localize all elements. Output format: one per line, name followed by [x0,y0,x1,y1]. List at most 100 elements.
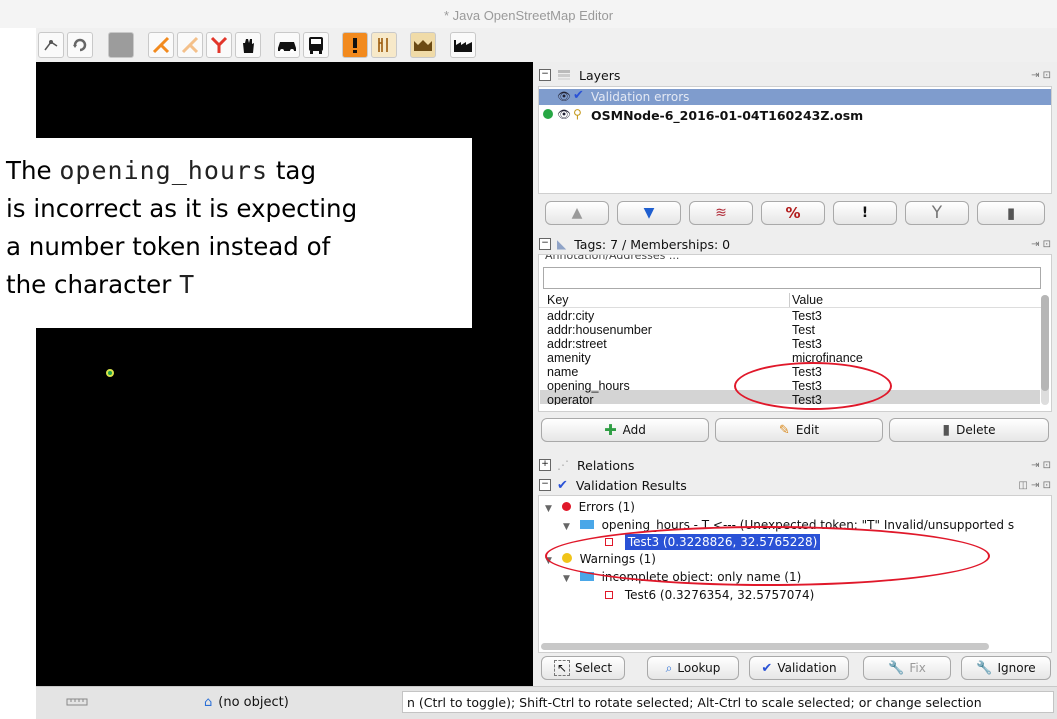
car-icon[interactable] [274,32,300,58]
preset-hint: Annotation/Addresses ... [545,255,679,261]
warning-icon[interactable] [342,32,368,58]
panel-controls-icon[interactable]: ◫ ⇥ ⊡ [1018,480,1051,491]
bus-icon[interactable] [303,32,329,58]
eye-icon[interactable]: 👁 [557,108,571,121]
delete-tag-button[interactable]: ▮ Delete [889,418,1049,442]
arrow-up-icon: ▲ [571,205,583,221]
highlight-ellipse-tag [734,362,892,410]
industrial-icon[interactable] [450,32,476,58]
hand-icon[interactable] [235,32,261,58]
scrollbar-thumb[interactable] [1041,295,1049,391]
collapse-toggle-icon[interactable]: − [539,69,551,81]
errors-node[interactable]: ▼ Errors (1) [545,500,635,514]
grey-square-icon[interactable] [108,32,134,58]
tag-value: Test3 [792,309,822,323]
tag-value: Test [792,323,815,337]
checkmark-icon: ✔ [557,477,568,493]
folder-icon [579,520,594,529]
merge-icon: Y [931,203,943,223]
collapse-toggle-icon[interactable]: − [539,479,551,491]
tag-key: operator [547,393,594,405]
panel-controls-icon[interactable]: ⇥ ⊡ [1031,239,1051,250]
refresh-icon[interactable] [67,32,93,58]
fix-label: Fix [909,661,926,675]
callout-line-1: The opening_hours tag [6,152,472,190]
restaurant-icon[interactable] [371,32,397,58]
panel-controls-icon[interactable]: ⇥ ⊡ [1031,460,1051,471]
activate-layer-button[interactable]: ≋ [689,201,753,225]
expand-toggle-icon[interactable]: + [539,459,551,471]
ignore-label: Ignore [997,661,1036,675]
delete-layer-button[interactable]: ▮ [977,201,1045,225]
merge-button[interactable]: Y [905,201,969,225]
delete-label: Delete [956,423,996,437]
tags-title: Tags: 7 / Memberships: 0 [574,236,731,252]
tags-panel-header[interactable]: − ◣ Tags: 7 / Memberships: 0 ⇥ ⊡ [539,235,1057,253]
horizontal-scrollbar[interactable] [541,643,989,650]
collapse-toggle-icon[interactable]: − [539,238,551,250]
turn-restriction-2-icon[interactable] [177,32,203,58]
checkmark-icon: ✔ [573,88,584,103]
relations-panel-header[interactable]: + ⋰ Relations ⇥ ⊡ [539,456,1057,474]
main-toolbar [36,28,1057,63]
add-tag-button[interactable]: ✚ Add [541,418,709,442]
osm-node-marker[interactable] [106,369,114,377]
panel-controls-icon[interactable]: ⇥ ⊡ [1031,70,1051,81]
tags-table-header: Key Value [539,293,1041,308]
layers-title: Layers [579,67,621,83]
validation-panel-header[interactable]: − ✔ Validation Results ◫ ⇥ ⊡ [539,476,1057,494]
active-layer-icon [543,109,553,119]
callout-text: the character [6,270,180,299]
layer-name: OSMNode-6_2016-01-04T160243Z.osm [591,108,864,123]
expand-arrow-icon[interactable]: ▼ [563,574,570,584]
pencil-icon: ✎ [778,422,790,438]
trash-icon: ▮ [942,422,951,438]
info-button[interactable]: ! [833,201,897,225]
validation-title: Validation Results [575,477,687,493]
turn-restriction-icon[interactable] [148,32,174,58]
tag-filter-input[interactable] [543,267,1041,289]
tag-value: Test3 [792,337,822,351]
tag-key: addr:housenumber [547,323,652,337]
tags-scrollbar[interactable] [1041,295,1049,405]
select-label: Select [575,661,613,675]
expand-arrow-icon[interactable]: ▼ [563,522,570,532]
move-down-button[interactable]: ▼ [617,201,681,225]
opacity-button[interactable]: % [761,201,825,225]
column-value[interactable]: Value [792,293,823,307]
status-hint-text: n (Ctrl to toggle); Shift-Ctrl to rotate… [407,694,982,710]
validation-label: Validation [777,661,837,675]
layer-row-osm[interactable]: 👁 ⚲ OSMNode-6_2016-01-04T160243Z.osm [539,107,1051,123]
edit-tag-button[interactable]: ✎ Edit [715,418,883,442]
fix-button[interactable]: 🔧 Fix [863,656,951,680]
layers-stack-icon: ≋ [715,205,727,221]
column-key[interactable]: Key [547,293,569,307]
callout-line-3: a number token instead of [6,232,331,261]
move-up-button[interactable]: ▲ [545,201,609,225]
ignore-button[interactable]: 🔧 Ignore [961,656,1051,680]
tag-key: opening_hours [547,379,630,393]
error-icon [561,502,571,511]
warning-object[interactable]: Test6 (0.3276354, 32.5757074) [605,588,814,602]
layer-row-validation[interactable]: 👁 ✔ Validation errors [539,88,1051,105]
eye-icon[interactable]: 👁 [557,90,571,103]
select-button[interactable]: ↖ Select [541,656,625,680]
validation-button[interactable]: ✔ Validation [749,656,849,680]
layers-list: 👁 ✔ Validation errors 👁 ⚲ OSMNode-6_2016… [538,86,1052,194]
tourism-icon[interactable] [410,32,436,58]
layers-panel-header[interactable]: − Layers ⇥ ⊡ [539,66,1057,84]
callout-text: tag [268,156,316,185]
warning-object-label: Test6 (0.3276354, 32.5757074) [624,588,815,602]
tag-key: addr:city [547,309,595,323]
window-title: * Java OpenStreetMap Editor [443,8,614,23]
callout-code: opening_hours [59,156,269,185]
lookup-button[interactable]: ⌕ Lookup [647,656,739,680]
exclamation-icon: ! [861,205,869,221]
data-layer-icon: ⚲ [573,107,582,121]
expand-arrow-icon[interactable]: ▼ [545,504,552,514]
checkmark-icon: ✔ [761,660,773,676]
turn-restriction-3-icon[interactable] [206,32,232,58]
callout-text: The [6,156,60,185]
relation-icon: ⋰ [557,458,569,472]
node-icon[interactable] [38,32,64,58]
